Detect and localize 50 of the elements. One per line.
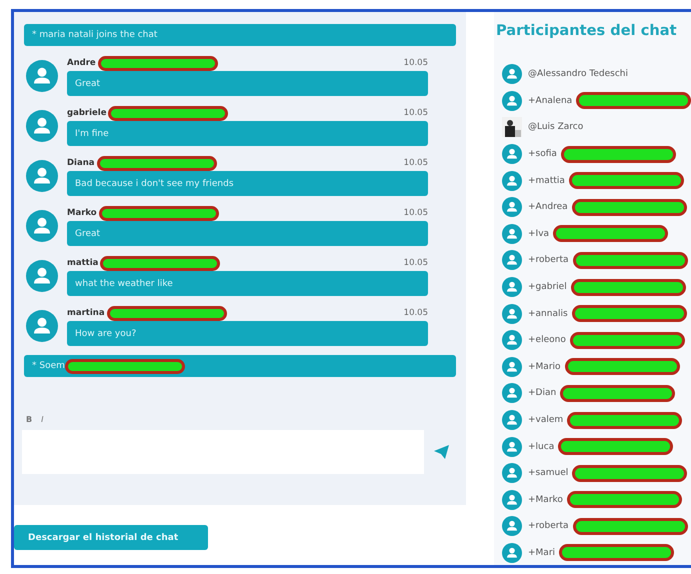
participant-name: +Mario xyxy=(528,362,561,372)
message-bubble: Bad because i don't see my friends xyxy=(67,171,428,196)
participant-name: +valem xyxy=(528,415,564,426)
participant-name: +annalis xyxy=(528,308,568,319)
participant-name: @Alessandro Tedeschi xyxy=(528,69,628,80)
author-name: mattia xyxy=(67,258,98,268)
message-time: 10.05 xyxy=(404,208,428,218)
participant-name: +gabriel xyxy=(528,282,567,292)
participant-name: +samuel xyxy=(528,468,568,478)
participant-name: +roberta xyxy=(528,521,569,532)
participant-name: +luca xyxy=(528,442,554,452)
message-time: 10.05 xyxy=(404,258,428,268)
participant-name: +Andrea xyxy=(528,202,568,212)
author-name: Diana xyxy=(67,158,94,168)
participant-name: +mattia xyxy=(528,176,565,186)
message-time: 10.05 xyxy=(404,108,428,118)
author-name: martina xyxy=(67,308,105,318)
participant-name: @Luis Zarco xyxy=(528,122,584,132)
message-bubble: How are you? xyxy=(67,321,428,346)
avatar-icon xyxy=(26,310,58,342)
participants-title: Participantes del chat xyxy=(496,22,678,39)
bold-button[interactable]: B xyxy=(26,415,32,424)
participant-name: +sofia xyxy=(528,149,557,160)
avatar-icon xyxy=(26,60,58,92)
message-time: 10.05 xyxy=(404,158,428,168)
system-text: * maria natali joins the chat xyxy=(32,30,158,40)
author-name: Marko xyxy=(67,208,97,218)
message-bubble: Great xyxy=(67,221,428,246)
participant-name: +eleono xyxy=(528,335,566,346)
message-bubble: Great xyxy=(67,71,428,96)
participant-name: +Dian xyxy=(528,388,556,398)
send-icon[interactable] xyxy=(434,445,449,459)
avatar-icon xyxy=(26,210,58,242)
italic-button[interactable]: I xyxy=(41,415,44,424)
message-bubble: what the weather like xyxy=(67,271,428,296)
avatar-icon xyxy=(26,260,58,292)
message-time: 10.05 xyxy=(404,308,428,318)
author-name: gabriele xyxy=(67,108,106,118)
system-text: * Soem xyxy=(32,361,65,371)
participant-name: +Analena xyxy=(528,96,572,106)
avatar-icon xyxy=(26,160,58,192)
participant-name: +Iva xyxy=(528,228,550,239)
participant-name: +Marko xyxy=(528,494,563,505)
participant-name: +roberta xyxy=(528,255,569,266)
author-name: Andre xyxy=(67,58,96,68)
message-time: 10.05 xyxy=(404,58,428,68)
avatar-icon xyxy=(26,110,58,142)
message-bubble: I'm fine xyxy=(67,121,428,146)
participant-name: +Mari xyxy=(528,548,556,558)
download-button[interactable]: Descargar el historial de chat xyxy=(14,525,208,550)
